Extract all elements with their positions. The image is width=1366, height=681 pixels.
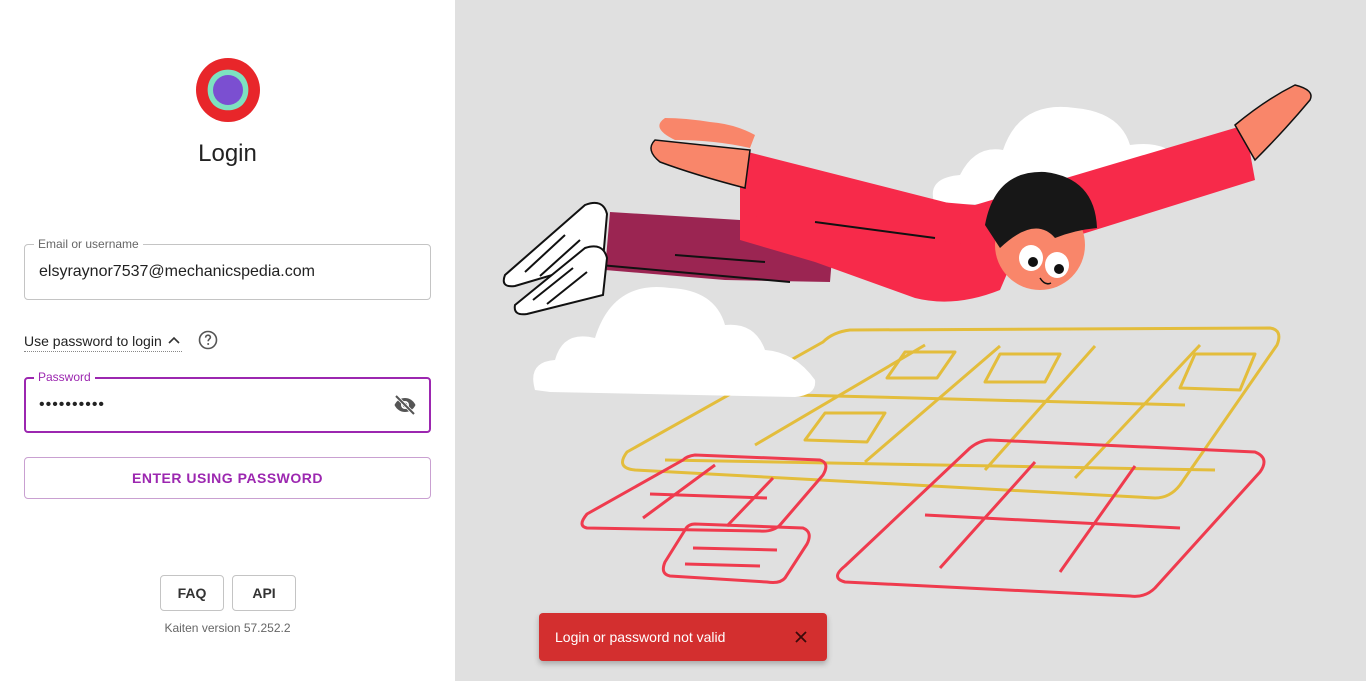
visibility-off-icon[interactable]: [393, 393, 417, 417]
login-panel: Login Email or username elsyraynor7537@m…: [0, 0, 455, 681]
help-icon[interactable]: [198, 330, 218, 350]
email-input-value[interactable]: elsyraynor7537@mechanicspedia.com: [39, 263, 315, 281]
illustration-panel: [455, 0, 1366, 681]
password-field[interactable]: Password ••••••••••: [24, 370, 431, 433]
error-toast: Login or password not valid: [539, 613, 827, 661]
api-button[interactable]: API: [232, 575, 296, 611]
enter-using-password-button[interactable]: ENTER USING PASSWORD: [24, 457, 431, 499]
password-input-value[interactable]: ••••••••••: [39, 396, 105, 414]
toast-message: Login or password not valid: [555, 629, 726, 645]
faq-button[interactable]: FAQ: [160, 575, 224, 611]
email-field[interactable]: Email or username elsyraynor7537@mechani…: [24, 237, 431, 300]
version-text: Kaiten version 57.252.2: [164, 621, 291, 635]
email-field-label: Email or username: [34, 237, 143, 251]
kaiten-logo-icon: [196, 58, 260, 122]
flying-person-illustration: [502, 84, 1312, 598]
page-title: Login: [198, 140, 257, 167]
use-password-toggle[interactable]: Use password to login: [24, 330, 182, 352]
use-password-label: Use password to login: [24, 332, 162, 349]
password-field-label: Password: [34, 370, 95, 384]
chevron-up-icon: [168, 336, 180, 344]
close-icon[interactable]: [793, 629, 809, 645]
